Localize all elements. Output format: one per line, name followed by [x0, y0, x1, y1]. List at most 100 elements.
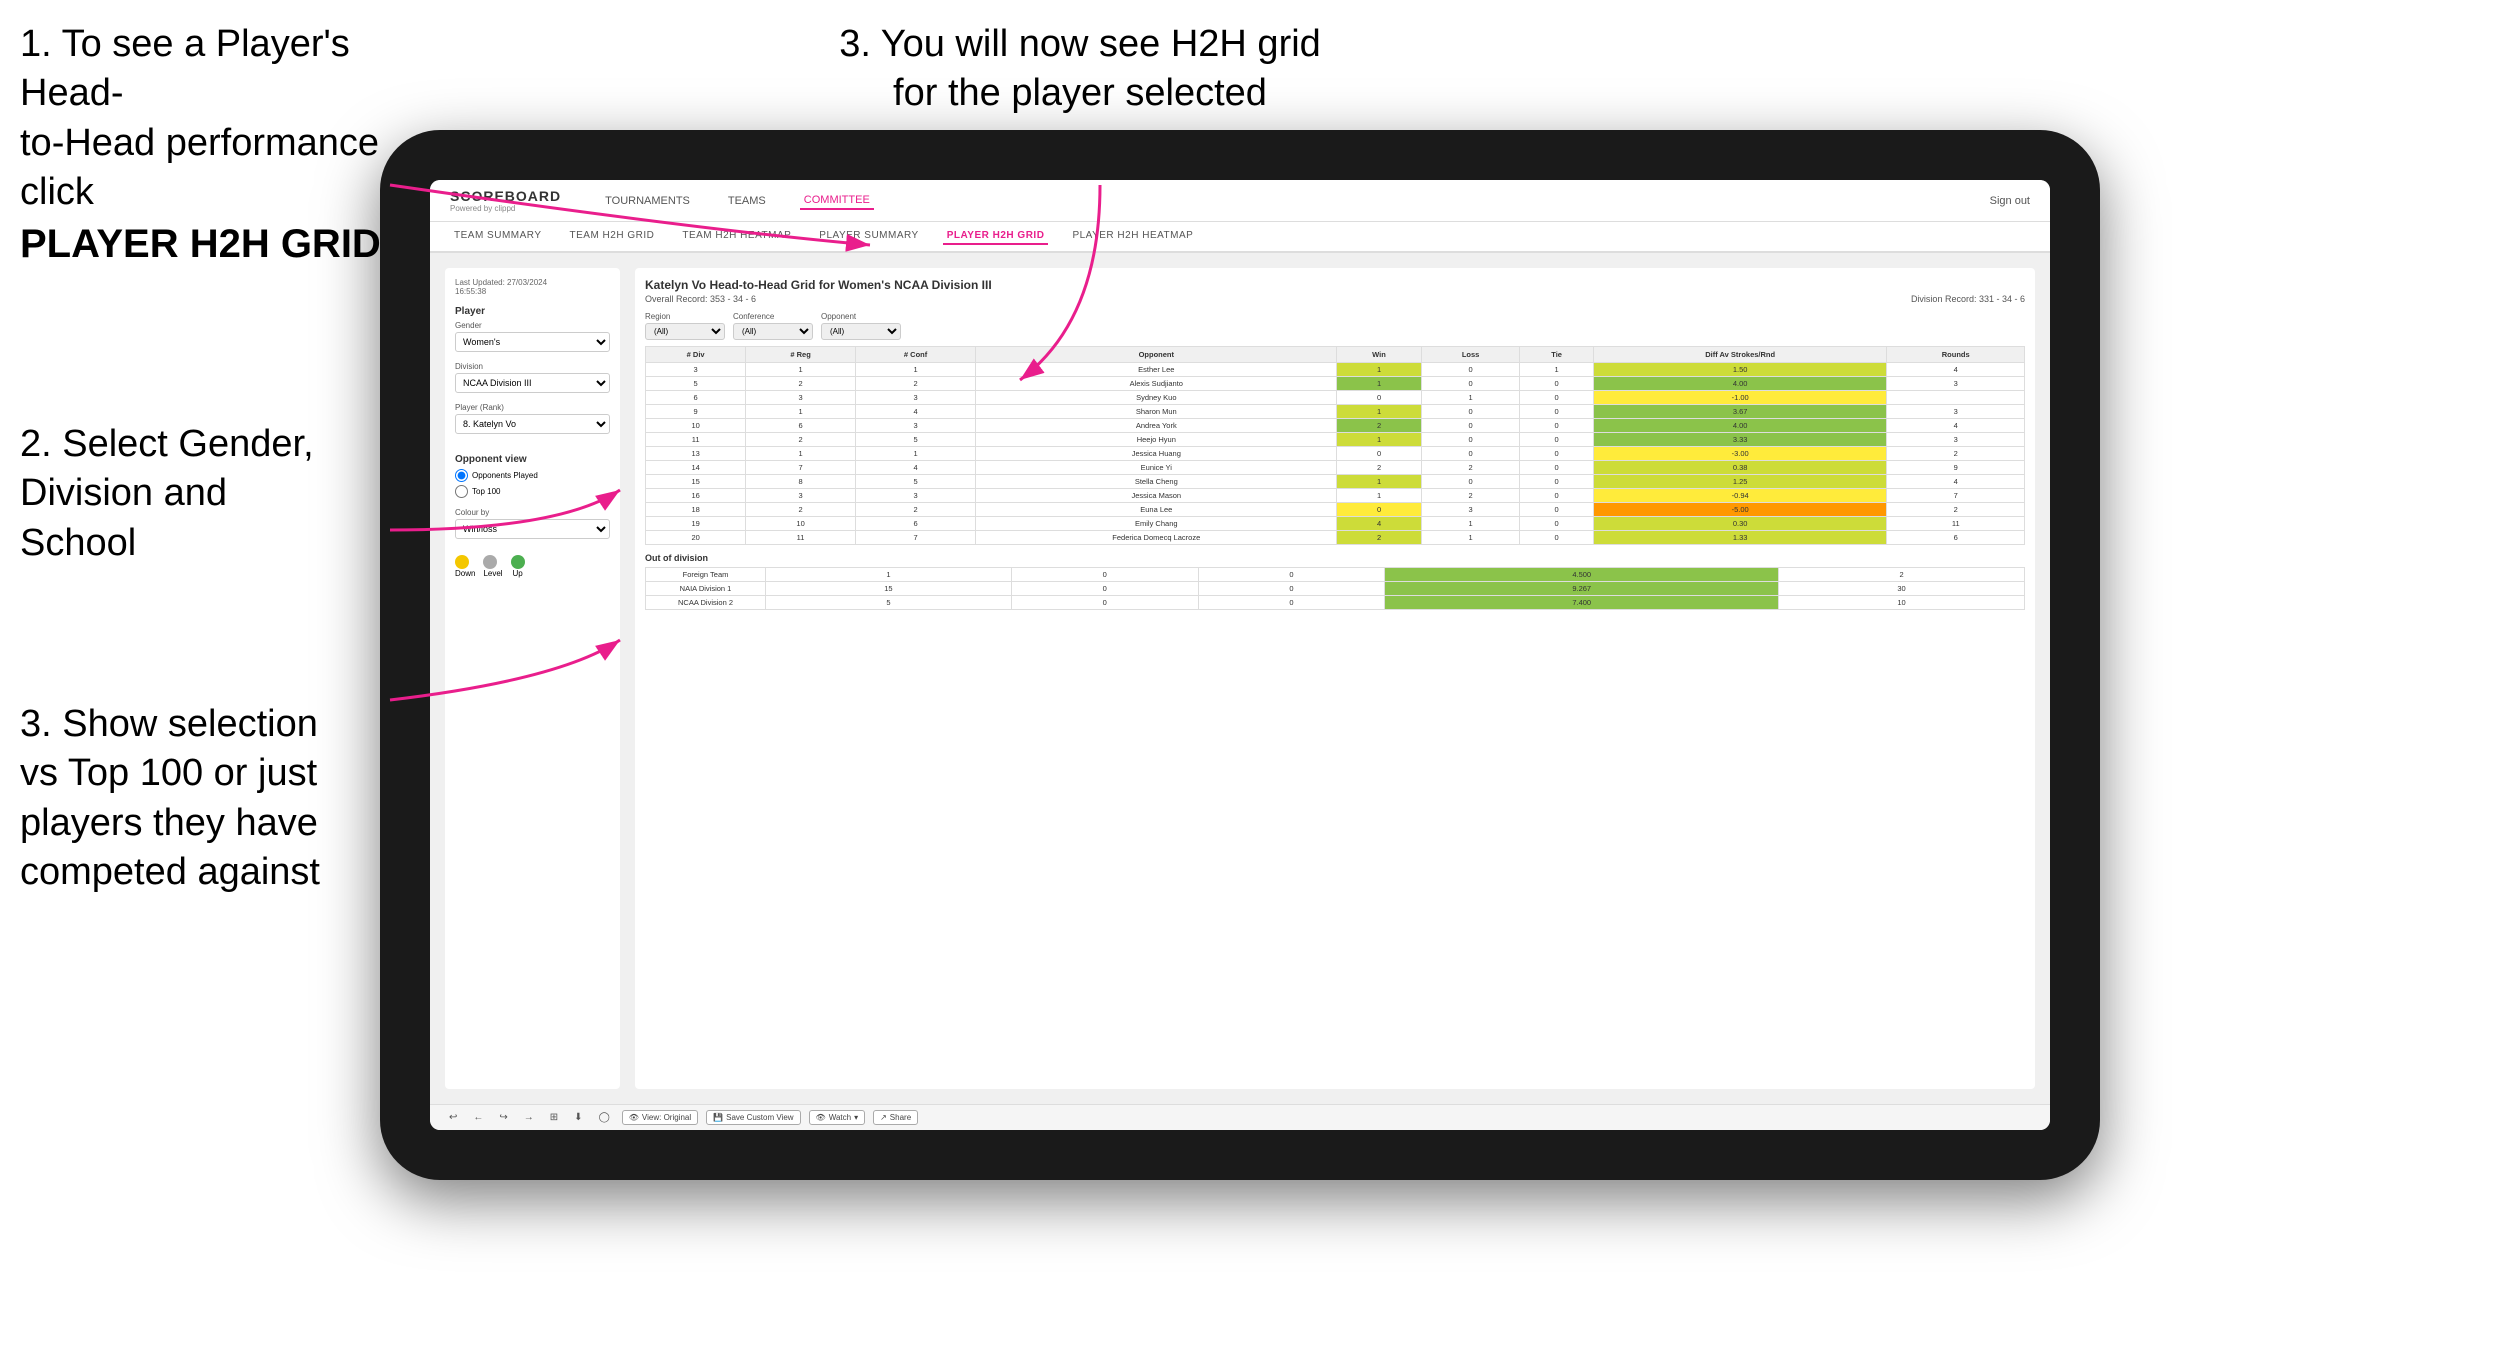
grid-title: Katelyn Vo Head-to-Head Grid for Women's…: [645, 278, 2025, 292]
col-div: # Div: [646, 347, 746, 363]
filter-row: Region (All) Conference (All) Opponent (…: [645, 312, 2025, 340]
data-table: # Div # Reg # Conf Opponent Win Loss Tie…: [645, 346, 2025, 545]
conference-select[interactable]: (All): [733, 323, 813, 340]
table-row: 10 6 3 Andrea York 2 0 0 4.00 4: [646, 419, 2025, 433]
table-row: 9 1 4 Sharon Mun 1 0 0 3.67 3: [646, 405, 2025, 419]
table-row: 14 7 4 Eunice Yi 2 2 0 0.38 9: [646, 461, 2025, 475]
colour-down: [455, 555, 469, 569]
top-nav: SCOREBOARD Powered by clippd TOURNAMENTS…: [430, 180, 2050, 222]
sub-team-h2h-heatmap[interactable]: TEAM H2H HEATMAP: [678, 228, 795, 245]
region-select[interactable]: (All): [645, 323, 725, 340]
right-panel: Katelyn Vo Head-to-Head Grid for Women's…: [635, 268, 2035, 1089]
tablet: SCOREBOARD Powered by clippd TOURNAMENTS…: [380, 130, 2100, 1180]
player-rank-label: Player (Rank): [455, 403, 610, 412]
download-btn[interactable]: ⬇: [570, 1110, 586, 1125]
grid-btn[interactable]: ⊞: [546, 1110, 562, 1125]
colour-section: Colour by Win/loss Down Level: [455, 508, 610, 578]
watch-btn[interactable]: 👁 Watch ▾: [809, 1110, 866, 1125]
nav-teams[interactable]: TEAMS: [724, 193, 770, 209]
back-btn[interactable]: ←: [469, 1110, 487, 1125]
instruction-step1: 1. To see a Player's Head- to-Head perfo…: [20, 20, 400, 270]
logo-area: SCOREBOARD Powered by clippd: [450, 188, 561, 213]
table-row: 11 2 5 Heejo Hyun 1 0 0 3.33 3: [646, 433, 2025, 447]
opponent-label: Opponent: [821, 312, 901, 321]
gender-select[interactable]: Women's: [455, 332, 610, 352]
filter-opponent: Opponent (All): [821, 312, 901, 340]
out-of-division-row: Foreign Team 1 0 0 4.500 2: [646, 568, 2025, 582]
table-row: 3 1 1 Esther Lee 1 0 1 1.50 4: [646, 363, 2025, 377]
table-row: 13 1 1 Jessica Huang 0 0 0 -3.00 2: [646, 447, 2025, 461]
division-record: Division Record: 331 - 34 - 6: [1911, 294, 2025, 304]
filter-region: Region (All): [645, 312, 725, 340]
redo-btn[interactable]: ↪: [495, 1110, 511, 1125]
gender-label: Gender: [455, 321, 610, 330]
colour-level-label: Level: [483, 569, 502, 578]
grid-record: Overall Record: 353 - 34 - 6 Division Re…: [645, 294, 2025, 304]
col-conf: # Conf: [855, 347, 975, 363]
view-original-btn[interactable]: 👁 View: Original: [622, 1110, 698, 1125]
logo-sub: Powered by clippd: [450, 204, 561, 213]
out-of-division-header: Out of division: [645, 553, 2025, 563]
division-select[interactable]: NCAA Division III: [455, 373, 610, 393]
colour-down-label: Down: [455, 569, 475, 578]
main-content: Last Updated: 27/03/2024 16:55:38 Player…: [430, 253, 2050, 1104]
sub-player-summary[interactable]: PLAYER SUMMARY: [815, 228, 922, 245]
radio-opponents-played[interactable]: Opponents Played: [455, 469, 610, 482]
division-label: Division: [455, 362, 610, 371]
overall-record: Overall Record: 353 - 34 - 6: [645, 294, 756, 304]
instruction-step3-bottom: 3. Show selection vs Top 100 or just pla…: [20, 700, 380, 898]
undo-btn[interactable]: ↩: [445, 1110, 461, 1125]
col-opponent: Opponent: [976, 347, 1337, 363]
col-reg: # Reg: [746, 347, 856, 363]
table-row: 20 11 7 Federica Domecq Lacroze 2 1 0 1.…: [646, 531, 2025, 545]
col-loss: Loss: [1421, 347, 1520, 363]
table-row: 6 3 3 Sydney Kuo 0 1 0 -1.00: [646, 391, 2025, 405]
table-row: 5 2 2 Alexis Sudjianto 1 0 0 4.00 3: [646, 377, 2025, 391]
save-custom-btn[interactable]: 💾 Save Custom View: [706, 1110, 800, 1125]
conference-label: Conference: [733, 312, 813, 321]
table-row: 15 8 5 Stella Cheng 1 0 0 1.25 4: [646, 475, 2025, 489]
sub-team-h2h-grid[interactable]: TEAM H2H GRID: [566, 228, 659, 245]
col-win: Win: [1337, 347, 1421, 363]
colour-by-select[interactable]: Win/loss: [455, 519, 610, 539]
table-row: 18 2 2 Euna Lee 0 3 0 -5.00 2: [646, 503, 2025, 517]
table-row: 19 10 6 Emily Chang 4 1 0 0.30 11: [646, 517, 2025, 531]
colour-legend: Down Level Up: [455, 555, 610, 578]
left-panel: Last Updated: 27/03/2024 16:55:38 Player…: [445, 268, 620, 1089]
out-of-division-row: NAIA Division 1 15 0 0 9.267 30: [646, 582, 2025, 596]
radio-top100[interactable]: Top 100: [455, 485, 610, 498]
player-section-title: Player: [455, 306, 610, 317]
colour-up: [511, 555, 525, 569]
instruction-step2: 2. Select Gender, Division and School: [20, 420, 360, 568]
colour-up-label: Up: [511, 569, 525, 578]
sub-player-h2h-grid[interactable]: PLAYER H2H GRID: [943, 228, 1049, 245]
tablet-screen: SCOREBOARD Powered by clippd TOURNAMENTS…: [430, 180, 2050, 1130]
col-tie: Tie: [1520, 347, 1593, 363]
out-of-division-row: NCAA Division 2 5 0 0 7.400 10: [646, 596, 2025, 610]
col-diff: Diff Av Strokes/Rnd: [1593, 347, 1887, 363]
colour-by-label: Colour by: [455, 508, 610, 517]
opponent-view-options: Opponents Played Top 100: [455, 469, 610, 498]
timestamp: Last Updated: 27/03/2024 16:55:38: [455, 278, 610, 296]
refresh-btn[interactable]: ◯: [595, 1110, 614, 1125]
region-label: Region: [645, 312, 725, 321]
filter-conference: Conference (All): [733, 312, 813, 340]
logo-text: SCOREBOARD: [450, 188, 561, 204]
opponent-view-title: Opponent view: [455, 454, 610, 465]
sub-player-h2h-heatmap[interactable]: PLAYER H2H HEATMAP: [1068, 228, 1197, 245]
nav-committee[interactable]: COMMITTEE: [800, 192, 874, 210]
col-rounds: Rounds: [1887, 347, 2025, 363]
sub-team-summary[interactable]: TEAM SUMMARY: [450, 228, 546, 245]
out-of-division-table: Foreign Team 1 0 0 4.500 2 NAIA Division…: [645, 567, 2025, 610]
opponent-select[interactable]: (All): [821, 323, 901, 340]
nav-tournaments[interactable]: TOURNAMENTS: [601, 193, 694, 209]
bottom-toolbar: ↩ ← ↪ → ⊞ ⬇ ◯ 👁 View: Original 💾 Save Cu…: [430, 1104, 2050, 1130]
share-btn[interactable]: ↗ Share: [873, 1110, 918, 1125]
nav-sign-out[interactable]: Sign out: [1990, 195, 2030, 207]
sub-nav: TEAM SUMMARY TEAM H2H GRID TEAM H2H HEAT…: [430, 222, 2050, 253]
player-select[interactable]: 8. Katelyn Vo: [455, 414, 610, 434]
instruction-step3-top: 3. You will now see H2H grid for the pla…: [800, 20, 1360, 119]
forward-btn[interactable]: →: [520, 1110, 538, 1125]
colour-level: [483, 555, 497, 569]
table-row: 16 3 3 Jessica Mason 1 2 0 -0.94 7: [646, 489, 2025, 503]
